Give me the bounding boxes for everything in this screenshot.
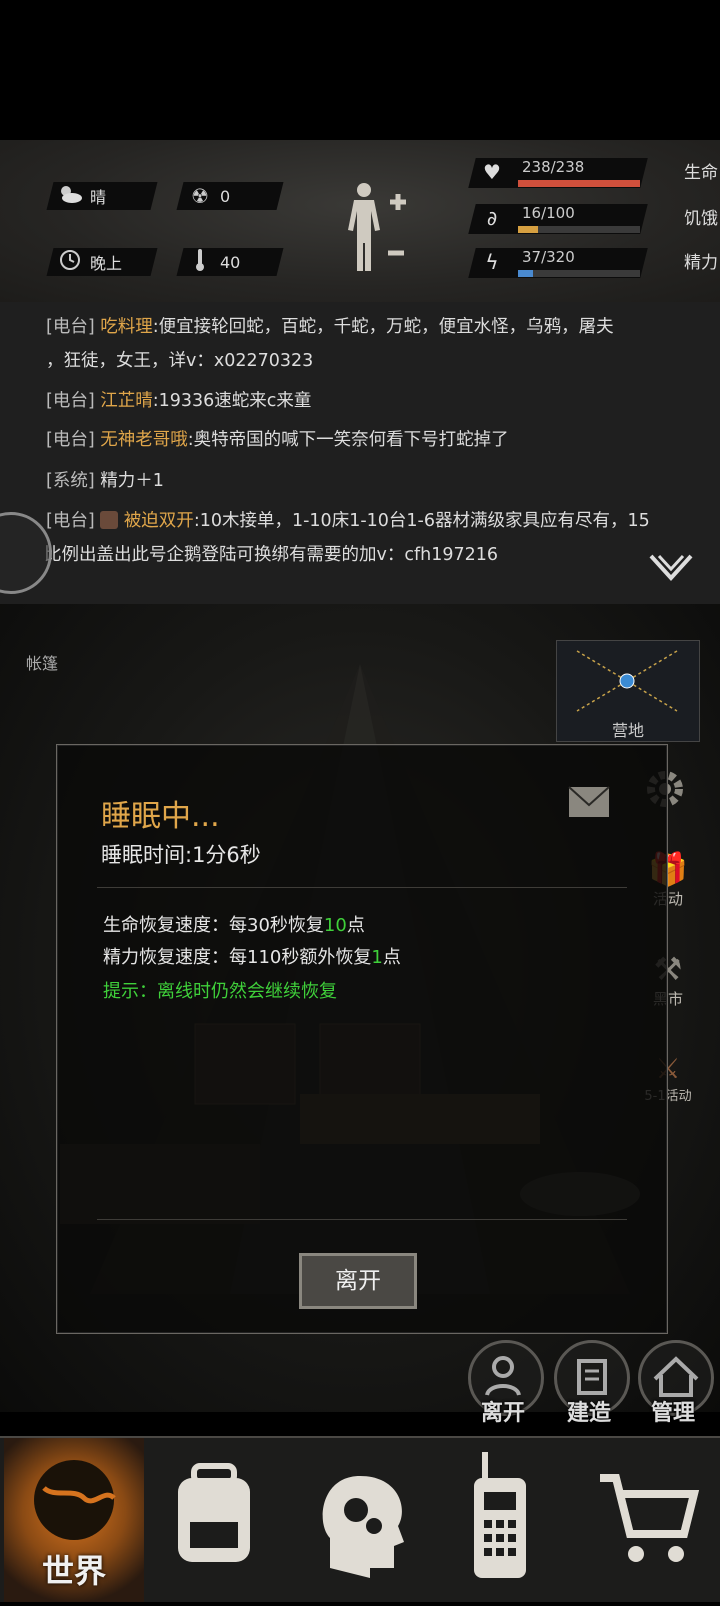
chat-message-cont: 比例出盖出此号企鹅登陆可换绑有需要的加v：cfh197216 bbox=[44, 545, 499, 565]
walkie-talkie-icon bbox=[474, 1452, 526, 1578]
chat-message: [电台] 无神老哥哦:奥特帝国的喊下一笑奈何看下号打蛇掉了 bbox=[46, 430, 509, 450]
energy-icon: ϟ bbox=[485, 250, 499, 274]
health-fill bbox=[518, 180, 640, 187]
heart-icon: ♥ bbox=[483, 160, 501, 184]
camp-map-button[interactable]: 营地 bbox=[556, 640, 700, 742]
floating-assist-button[interactable] bbox=[0, 512, 52, 594]
hunger-bar: ∂ 16/100 饥饿 bbox=[468, 202, 718, 236]
divider bbox=[97, 1219, 627, 1220]
offline-hint: 提示：离线时仍然会继续恢复 bbox=[103, 981, 337, 1002]
shopping-cart-icon bbox=[600, 1474, 700, 1562]
temperature-pill: 40 bbox=[176, 248, 284, 277]
mail-icon[interactable] bbox=[567, 785, 611, 819]
energy-fill bbox=[518, 270, 533, 277]
dialog-title: 睡眠中... bbox=[101, 799, 220, 834]
globe-icon bbox=[34, 1460, 116, 1540]
time-text: 晚上 bbox=[90, 254, 123, 273]
manage-label: 管理 bbox=[650, 1401, 695, 1426]
chat-message: [电台] 江芷晴:19336速蛇来c来童 bbox=[46, 391, 312, 411]
sleep-time: 睡眠时间:1分6秒 bbox=[101, 843, 261, 867]
radiation-icon: ☢ bbox=[191, 184, 209, 208]
nav-world[interactable]: 世界 bbox=[4, 1438, 144, 1602]
head-gears-icon bbox=[322, 1476, 404, 1578]
temperature-value: 40 bbox=[220, 252, 241, 272]
chat-message: [电台] 被迫双开:10木接单，1-10床1-10台1-6器材满级家具应有尽有，… bbox=[46, 511, 650, 531]
nav-radio[interactable] bbox=[430, 1438, 570, 1602]
weather-pill: 晴 bbox=[46, 182, 158, 210]
hunger-fill bbox=[518, 226, 538, 233]
chat-panel[interactable]: [电台] 吃料理:便宜接轮回蛇，百蛇，千蛇，万蛇，便宜水怪，乌鸦，屠夫 ，狂徒，… bbox=[0, 302, 720, 604]
energy-value: 37/320 bbox=[522, 248, 575, 266]
hunger-label: 饥饿 bbox=[684, 209, 718, 229]
health-value: 238/238 bbox=[522, 158, 585, 176]
divider bbox=[97, 887, 627, 888]
leave-action-label: 离开 bbox=[480, 1401, 525, 1426]
nav-skills[interactable] bbox=[290, 1438, 430, 1602]
chat-message: [系统] 精力＋1 bbox=[46, 471, 164, 491]
hp-recovery-rate: 生命恢复速度：每30秒恢复10点 bbox=[103, 915, 365, 936]
backpack-icon bbox=[178, 1463, 250, 1562]
status-panel: 晴 ☢ 0 晚上 40 ♥ 238/238 生命 ∂ 16/100 饥饿 ϟ 3… bbox=[0, 140, 720, 304]
time-pill: 晚上 bbox=[46, 248, 158, 276]
nav-world-label: 世界 bbox=[41, 1552, 106, 1590]
energy-bar: ϟ 37/320 精力 bbox=[468, 246, 718, 280]
radiation-value: 0 bbox=[220, 186, 231, 206]
human-body-icon bbox=[348, 183, 406, 271]
energy-recovery-rate: 精力恢复速度：每110秒额外恢复1点 bbox=[103, 947, 401, 968]
hunger-value: 16/100 bbox=[522, 204, 575, 222]
health-bar: ♥ 238/238 生命 bbox=[468, 156, 718, 190]
build-label: 建造 bbox=[566, 1401, 611, 1426]
location-label: 帐篷 bbox=[26, 654, 59, 673]
body-status-button[interactable] bbox=[342, 178, 422, 282]
weather-text: 晴 bbox=[90, 188, 107, 207]
radiation-pill: ☢ 0 bbox=[176, 182, 284, 210]
energy-label: 精力 bbox=[684, 253, 718, 273]
leave-button[interactable]: 离开 bbox=[299, 1253, 417, 1309]
clock-icon bbox=[50, 249, 90, 276]
nav-backpack[interactable] bbox=[144, 1438, 284, 1602]
cloud-sun-icon bbox=[50, 184, 90, 209]
chat-message-cont: ，狂徒，女王，详v：x02270323 bbox=[46, 351, 314, 371]
sleep-dialog: 睡眠中... 睡眠时间:1分6秒 生命恢复速度：每30秒恢复10点 精力恢复速度… bbox=[56, 744, 668, 1334]
chevron-down-icon[interactable] bbox=[648, 552, 694, 584]
nav-shop[interactable] bbox=[574, 1438, 714, 1602]
map-icon bbox=[576, 650, 678, 712]
chat-message: [电台] 吃料理:便宜接轮回蛇，百蛇，千蛇，万蛇，便宜水怪，乌鸦，屠夫 bbox=[46, 317, 614, 337]
thermometer-icon bbox=[180, 248, 220, 277]
stomach-icon: ∂ bbox=[486, 206, 498, 230]
map-label: 营地 bbox=[611, 721, 644, 740]
health-label: 生命 bbox=[684, 163, 718, 183]
avatar bbox=[100, 511, 119, 529]
bottom-nav: 世界 bbox=[0, 1436, 720, 1602]
